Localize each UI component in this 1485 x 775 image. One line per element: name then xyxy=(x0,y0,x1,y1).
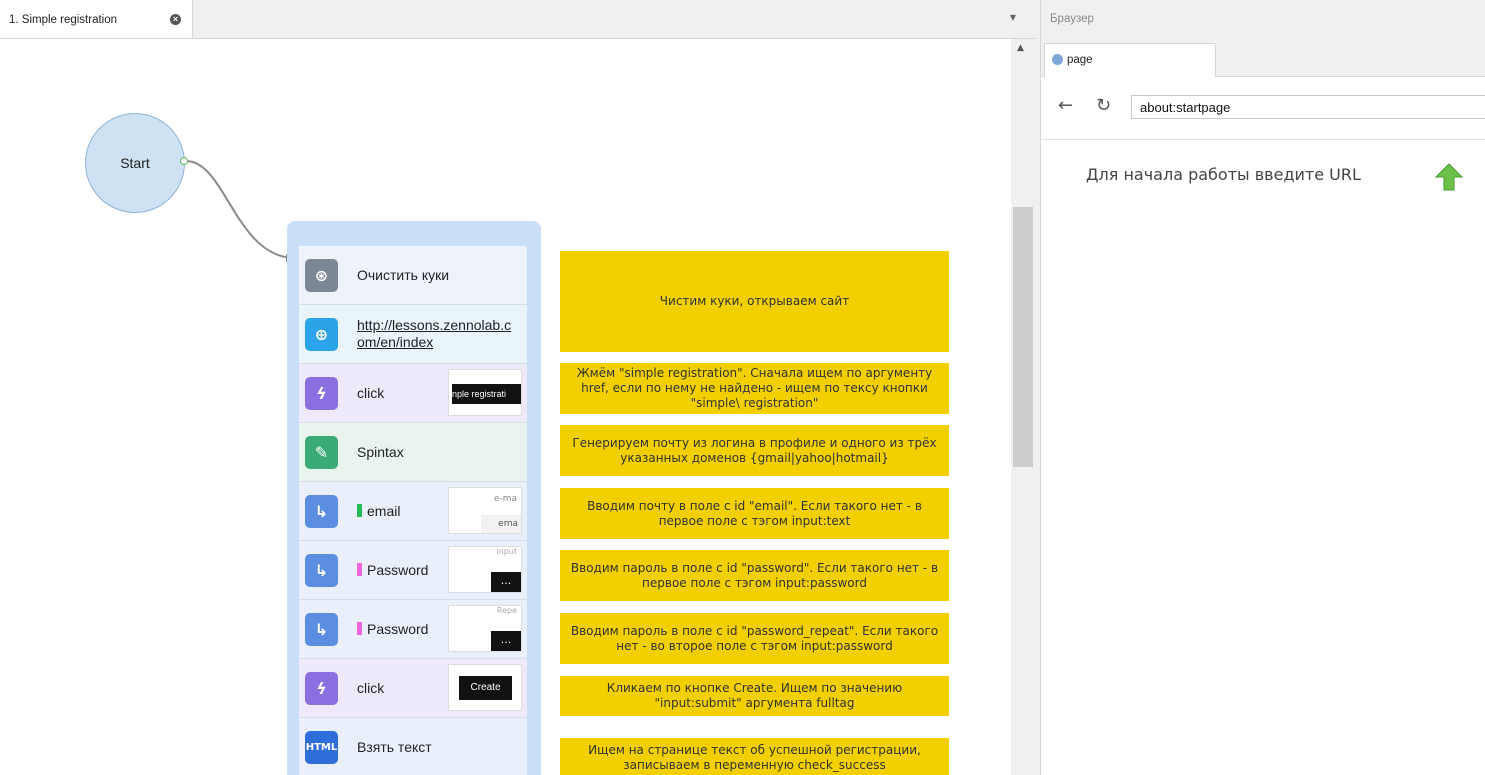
lightning-icon: ϟ xyxy=(305,377,338,410)
workflow-editor: 1. Simple registration × ▼ Start ⊛ Очист… xyxy=(0,0,1035,775)
browser-nav-bar: ← ↻ xyxy=(1041,77,1485,140)
chevron-down-icon[interactable]: ▼ xyxy=(1007,13,1019,25)
browser-tabbar: page xyxy=(1041,40,1485,77)
action-label-text: Password xyxy=(367,621,429,637)
thumbnail-text: ... xyxy=(491,572,521,592)
start-output-port[interactable] xyxy=(180,157,188,165)
browser-tab-page[interactable]: page xyxy=(1044,43,1216,77)
color-tag xyxy=(357,504,362,517)
globe-icon xyxy=(1052,54,1063,65)
arrow-up-icon xyxy=(1434,163,1464,191)
lightning-icon: ϟ xyxy=(305,672,338,705)
action-label: click xyxy=(357,385,385,401)
action-set-value-email[interactable]: ↳ email e-ma ema xyxy=(299,482,527,541)
action-label: click xyxy=(357,680,385,696)
action-set-value-password[interactable]: ↳ Password input ... xyxy=(299,541,527,600)
action-url-link[interactable]: http://lessons.zennolab.com/en/index xyxy=(357,317,517,351)
thumbnail-text: Repe xyxy=(496,606,517,615)
note[interactable]: Вводим почту в поле с id "email". Если т… xyxy=(560,488,949,539)
action-label-text: email xyxy=(367,503,401,519)
element-thumbnail: Repe ... xyxy=(448,605,522,652)
thumbnail-text: nple registrati xyxy=(452,384,521,404)
start-label: Start xyxy=(120,155,150,171)
element-thumbnail: Create xyxy=(448,664,522,711)
thumbnail-text: ema xyxy=(481,515,521,533)
element-thumbnail: input ... xyxy=(448,546,522,593)
arrow-corner-icon: ↳ xyxy=(305,613,338,646)
thumbnail-text: ... xyxy=(491,631,521,651)
scroll-up-icon[interactable]: ▲ xyxy=(1017,43,1024,53)
start-message: Для начала работы введите URL xyxy=(1086,165,1361,184)
action-click-create[interactable]: ϟ click Create xyxy=(299,659,527,718)
action-label: email xyxy=(357,482,400,541)
globe-icon: ⊕ xyxy=(305,318,338,351)
thumbnail-text: e-ma xyxy=(493,494,517,504)
pencil-icon: ✎ xyxy=(305,436,338,469)
close-icon[interactable]: × xyxy=(170,14,181,25)
back-arrow-icon[interactable]: ← xyxy=(1058,95,1073,116)
action-clear-cookies[interactable]: ⊛ Очистить куки xyxy=(299,246,527,305)
thumbnail-text: input xyxy=(496,547,517,556)
note[interactable]: Вводим пароль в поле с id "password". Ес… xyxy=(560,550,949,601)
url-input[interactable] xyxy=(1131,95,1485,119)
action-click[interactable]: ϟ click nple registrati xyxy=(299,364,527,423)
thumbnail-text: Create xyxy=(459,676,512,700)
action-label: Password xyxy=(357,541,428,600)
action-label: Spintax xyxy=(357,444,404,460)
html-icon: HTML xyxy=(305,731,338,764)
color-tag xyxy=(357,563,362,576)
note[interactable]: Ищем на странице текст об успешной регис… xyxy=(560,738,949,775)
editor-tabbar: 1. Simple registration × ▼ xyxy=(0,0,1035,39)
action-label: Очистить куки xyxy=(357,267,450,283)
tab-simple-registration[interactable]: 1. Simple registration × xyxy=(0,0,193,38)
element-thumbnail: nple registrati xyxy=(448,369,522,416)
cookie-icon: ⊛ xyxy=(305,259,338,292)
browser-pane: Браузер page ← ↻ Для начала работы введи… xyxy=(1040,0,1485,775)
reload-icon[interactable]: ↻ xyxy=(1096,95,1111,116)
action-navigate[interactable]: ⊕ http://lessons.zennolab.com/en/index xyxy=(299,305,527,364)
scrollbar-thumb[interactable] xyxy=(1013,207,1033,467)
note[interactable]: Вводим пароль в поле с id "password_repe… xyxy=(560,613,949,664)
action-label: Взять текст xyxy=(357,739,432,755)
action-label: Password xyxy=(357,600,428,659)
action-spintax[interactable]: ✎ Spintax xyxy=(299,423,527,482)
note[interactable]: Кликаем по кнопке Create. Ищем по значен… xyxy=(560,676,949,716)
action-get-text[interactable]: HTML Взять текст xyxy=(299,718,527,775)
note[interactable]: Генерируем почту из логина в профиле и о… xyxy=(560,425,949,476)
action-set-value-password-repeat[interactable]: ↳ Password Repe ... xyxy=(299,600,527,659)
vertical-scrollbar[interactable]: ▲ xyxy=(1011,39,1035,775)
element-thumbnail: e-ma ema xyxy=(448,487,522,534)
arrow-corner-icon: ↳ xyxy=(305,495,338,528)
color-tag xyxy=(357,622,362,635)
tab-label: 1. Simple registration xyxy=(9,14,118,26)
arrow-corner-icon: ↳ xyxy=(305,554,338,587)
browser-title: Браузер xyxy=(1041,0,1485,40)
browser-tab-label: page xyxy=(1067,54,1093,66)
start-node[interactable]: Start xyxy=(85,113,185,213)
workflow-canvas[interactable]: Start ⊛ Очистить куки ⊕ http://lessons.z… xyxy=(0,39,1011,775)
action-label-text: Password xyxy=(367,562,429,578)
note[interactable]: Жмём "simple registration". Сначала ищем… xyxy=(560,363,949,414)
note[interactable]: Чистим куки, открываем сайт xyxy=(560,251,949,352)
